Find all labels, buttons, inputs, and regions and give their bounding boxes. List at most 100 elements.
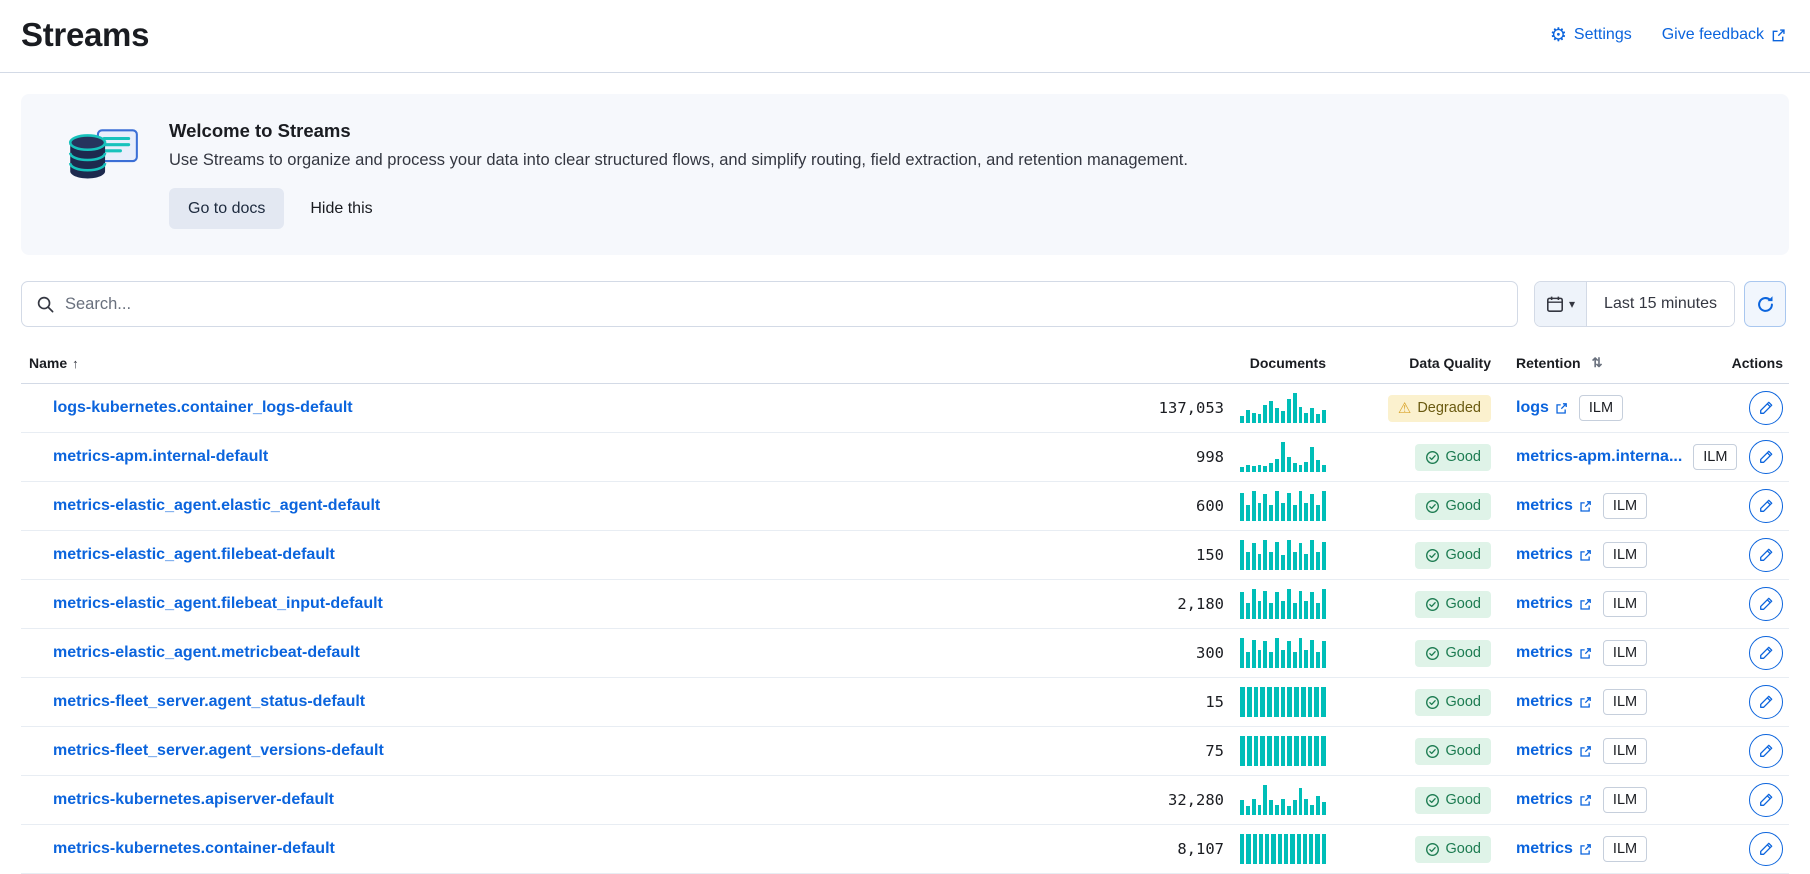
edit-stream-button[interactable]	[1749, 587, 1783, 621]
documents-sparkline	[1240, 491, 1326, 521]
streams-page: { "page": { "title": "Streams" }, "heade…	[0, 0, 1810, 847]
retention-ilm-badge: ILM	[1603, 640, 1647, 666]
retention-policy-link[interactable]: metrics	[1516, 791, 1592, 809]
check-circle-icon	[1425, 548, 1440, 563]
table-row: metrics-kubernetes.apiserver-default 32,…	[21, 776, 1789, 825]
pencil-icon	[1758, 547, 1774, 563]
column-header-name[interactable]: Name ↑	[21, 355, 1006, 371]
data-quality-label: Good	[1446, 498, 1481, 514]
retention-ilm-badge: ILM	[1579, 395, 1623, 421]
page-title: Streams	[21, 16, 149, 54]
retention-policy-link[interactable]: metrics	[1516, 742, 1592, 760]
check-circle-icon	[1425, 499, 1440, 514]
stream-name-link[interactable]: metrics-fleet_server.agent_versions-defa…	[53, 742, 384, 760]
data-quality-badge: Good	[1415, 493, 1491, 520]
external-link-icon	[1579, 598, 1592, 611]
header-divider	[0, 72, 1810, 73]
retention-policy-link[interactable]: metrics	[1516, 497, 1592, 515]
documents-sparkline	[1240, 393, 1326, 423]
stream-name-link[interactable]: metrics-kubernetes.container-default	[53, 840, 335, 858]
pencil-icon	[1758, 645, 1774, 661]
stream-name-link[interactable]: metrics-elastic_agent.metricbeat-default	[53, 644, 360, 662]
column-header-retention[interactable]: Retention ⇅	[1491, 355, 1713, 371]
column-header-data-quality: Data Quality	[1326, 355, 1491, 371]
external-link-icon	[1579, 745, 1592, 758]
edit-stream-button[interactable]	[1749, 734, 1783, 768]
data-quality-label: Good	[1446, 596, 1481, 612]
column-label-documents: Documents	[1250, 355, 1326, 371]
go-to-docs-button[interactable]: Go to docs	[169, 188, 284, 229]
welcome-panel: Welcome to Streams Use Streams to organi…	[21, 94, 1789, 255]
hide-this-button[interactable]: Hide this	[310, 200, 372, 218]
edit-stream-button[interactable]	[1749, 440, 1783, 474]
retention-policy-link[interactable]: metrics	[1516, 840, 1592, 858]
give-feedback-link[interactable]: Give feedback	[1662, 26, 1786, 44]
data-quality-label: Degraded	[1417, 400, 1481, 416]
documents-count: 32,280	[1168, 791, 1224, 809]
retention-ilm-badge: ILM	[1603, 787, 1647, 813]
pencil-icon	[1758, 743, 1774, 759]
edit-stream-button[interactable]	[1749, 783, 1783, 817]
pencil-icon	[1758, 792, 1774, 808]
retention-policy-link[interactable]: metrics	[1516, 693, 1592, 711]
stream-name-link[interactable]: metrics-elastic_agent.elastic_agent-defa…	[53, 497, 380, 515]
check-circle-icon	[1425, 450, 1440, 465]
time-range-button[interactable]: Last 15 minutes	[1587, 282, 1734, 326]
edit-stream-button[interactable]	[1749, 489, 1783, 523]
stream-name-link[interactable]: metrics-elastic_agent.filebeat_input-def…	[53, 595, 383, 613]
data-quality-label: Good	[1446, 694, 1481, 710]
edit-stream-button[interactable]	[1749, 685, 1783, 719]
data-quality-badge: ⚠Degraded	[1388, 395, 1491, 422]
stream-name-link[interactable]: metrics-elastic_agent.filebeat-default	[53, 546, 335, 564]
table-row: metrics-fleet_server.agent_status-defaul…	[21, 678, 1789, 727]
calendar-icon	[1546, 295, 1564, 313]
search-input[interactable]	[65, 295, 1503, 314]
table-body: logs-kubernetes.container_logs-default 1…	[21, 384, 1789, 874]
edit-stream-button[interactable]	[1749, 538, 1783, 572]
check-circle-icon	[1425, 793, 1440, 808]
data-quality-badge: Good	[1415, 836, 1491, 863]
check-circle-icon	[1425, 646, 1440, 661]
retention-policy-link[interactable]: logs	[1516, 399, 1568, 417]
documents-sparkline	[1240, 638, 1326, 668]
streams-illustration-icon	[61, 126, 143, 197]
settings-link[interactable]: ⚙ Settings	[1550, 26, 1632, 45]
data-quality-badge: Good	[1415, 689, 1491, 716]
data-quality-label: Good	[1446, 449, 1481, 465]
header-actions: ⚙ Settings Give feedback	[1550, 26, 1786, 45]
check-circle-icon	[1425, 842, 1440, 857]
edit-stream-button[interactable]	[1749, 391, 1783, 425]
data-quality-badge: Good	[1415, 542, 1491, 569]
documents-sparkline	[1240, 736, 1326, 766]
date-picker: ▾ Last 15 minutes	[1534, 281, 1735, 327]
retention-policy-link[interactable]: metrics-apm.interna...	[1516, 448, 1682, 466]
retention-policy-link[interactable]: metrics	[1516, 644, 1592, 662]
column-header-actions: Actions	[1713, 355, 1789, 371]
date-picker-menu-button[interactable]: ▾	[1535, 282, 1587, 326]
stream-name-link[interactable]: logs-kubernetes.container_logs-default	[53, 399, 353, 417]
search-box[interactable]	[21, 281, 1518, 327]
refresh-button[interactable]	[1744, 281, 1786, 327]
table-row: metrics-elastic_agent.elastic_agent-defa…	[21, 482, 1789, 531]
table-row: metrics-elastic_agent.metricbeat-default…	[21, 629, 1789, 678]
retention-policy-link[interactable]: metrics	[1516, 595, 1592, 613]
retention-ilm-badge: ILM	[1603, 738, 1647, 764]
column-label-data-quality: Data Quality	[1409, 355, 1491, 371]
edit-stream-button[interactable]	[1749, 832, 1783, 866]
refresh-icon	[1756, 295, 1775, 314]
table-row: logs-kubernetes.container_logs-default 1…	[21, 384, 1789, 433]
sort-ascending-icon: ↑	[72, 356, 79, 371]
sort-icon: ⇅	[1592, 355, 1603, 371]
table-header: Name ↑ Documents Data Quality Retention …	[21, 355, 1789, 384]
data-quality-label: Good	[1446, 841, 1481, 857]
stream-name-link[interactable]: metrics-kubernetes.apiserver-default	[53, 791, 334, 809]
edit-stream-button[interactable]	[1749, 636, 1783, 670]
documents-sparkline	[1240, 589, 1326, 619]
data-quality-label: Good	[1446, 547, 1481, 563]
stream-name-link[interactable]: metrics-fleet_server.agent_status-defaul…	[53, 693, 365, 711]
retention-policy-link[interactable]: metrics	[1516, 546, 1592, 564]
documents-count: 2,180	[1177, 595, 1224, 613]
stream-name-link[interactable]: metrics-apm.internal-default	[53, 448, 268, 466]
documents-count: 75	[1205, 742, 1224, 760]
retention-ilm-badge: ILM	[1603, 689, 1647, 715]
